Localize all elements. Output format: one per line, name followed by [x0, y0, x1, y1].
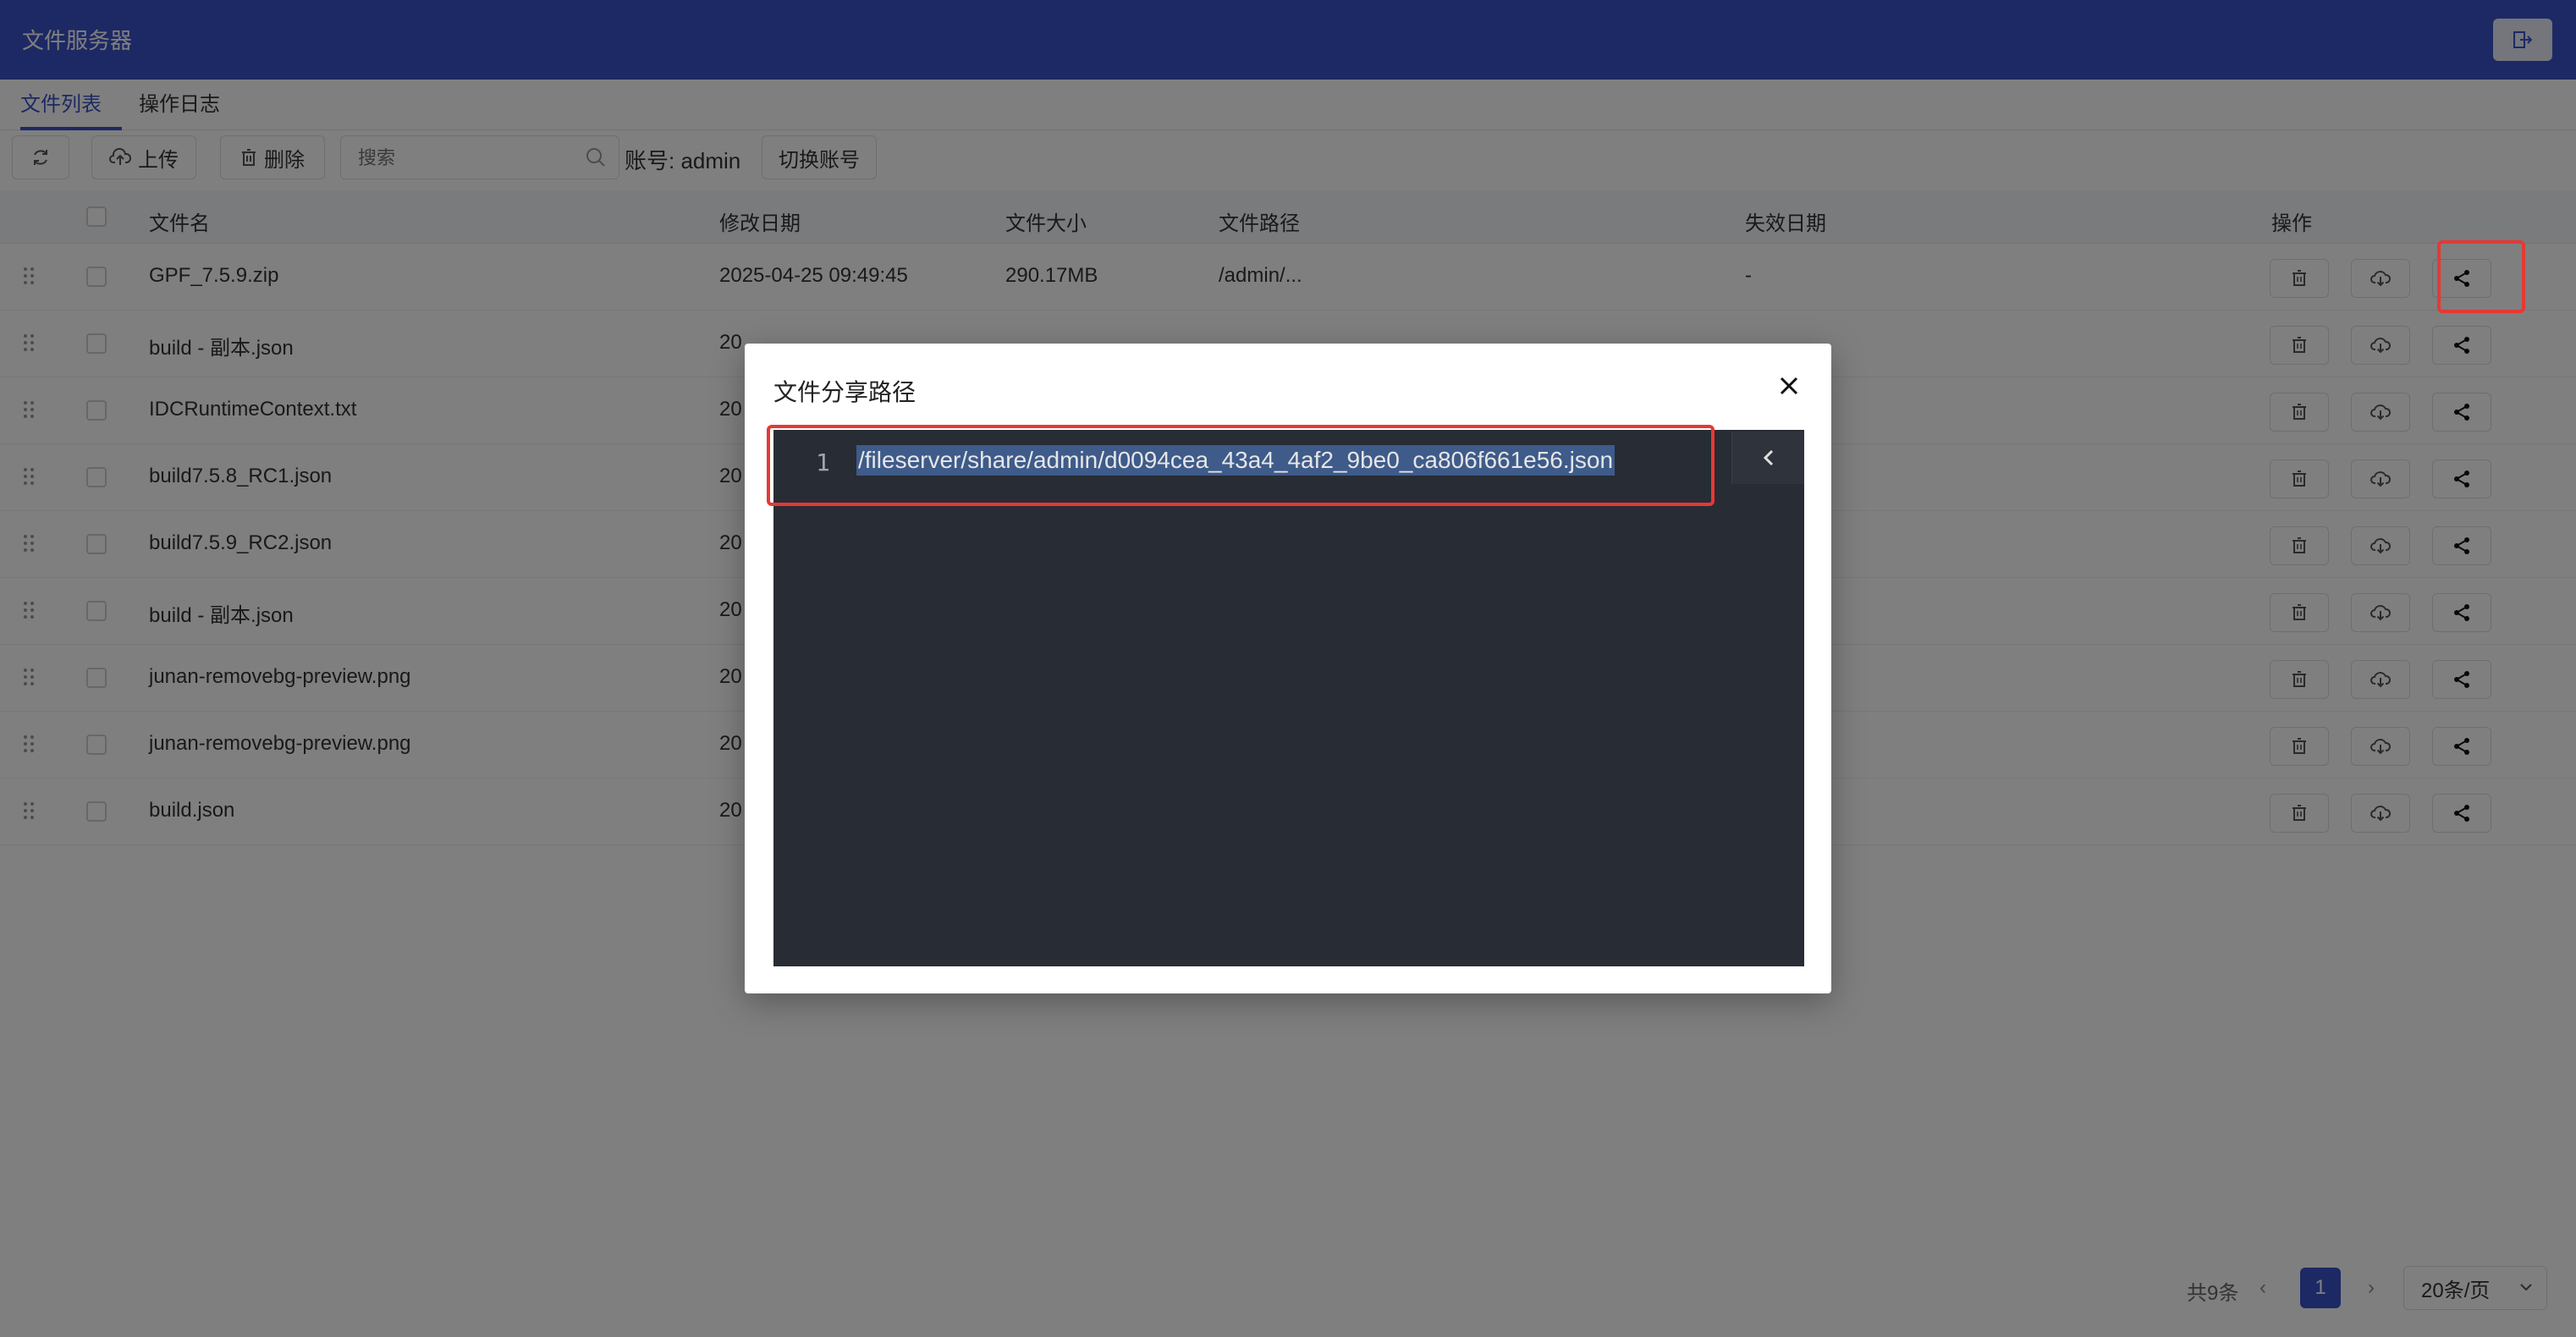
chevron-left-icon [1763, 449, 1773, 466]
close-icon [1780, 377, 1798, 395]
dialog-title: 文件分享路径 [773, 379, 916, 405]
share-button-highlight [2437, 240, 2525, 313]
share-path-highlight [767, 425, 1715, 506]
collapse-button[interactable] [1731, 432, 1804, 484]
share-path-dialog: 文件分享路径 1 /fileserver/share/admin/d0094ce… [745, 344, 1831, 993]
close-button[interactable] [1774, 371, 1804, 401]
code-editor[interactable]: 1 /fileserver/share/admin/d0094cea_43a4_… [773, 430, 1804, 966]
